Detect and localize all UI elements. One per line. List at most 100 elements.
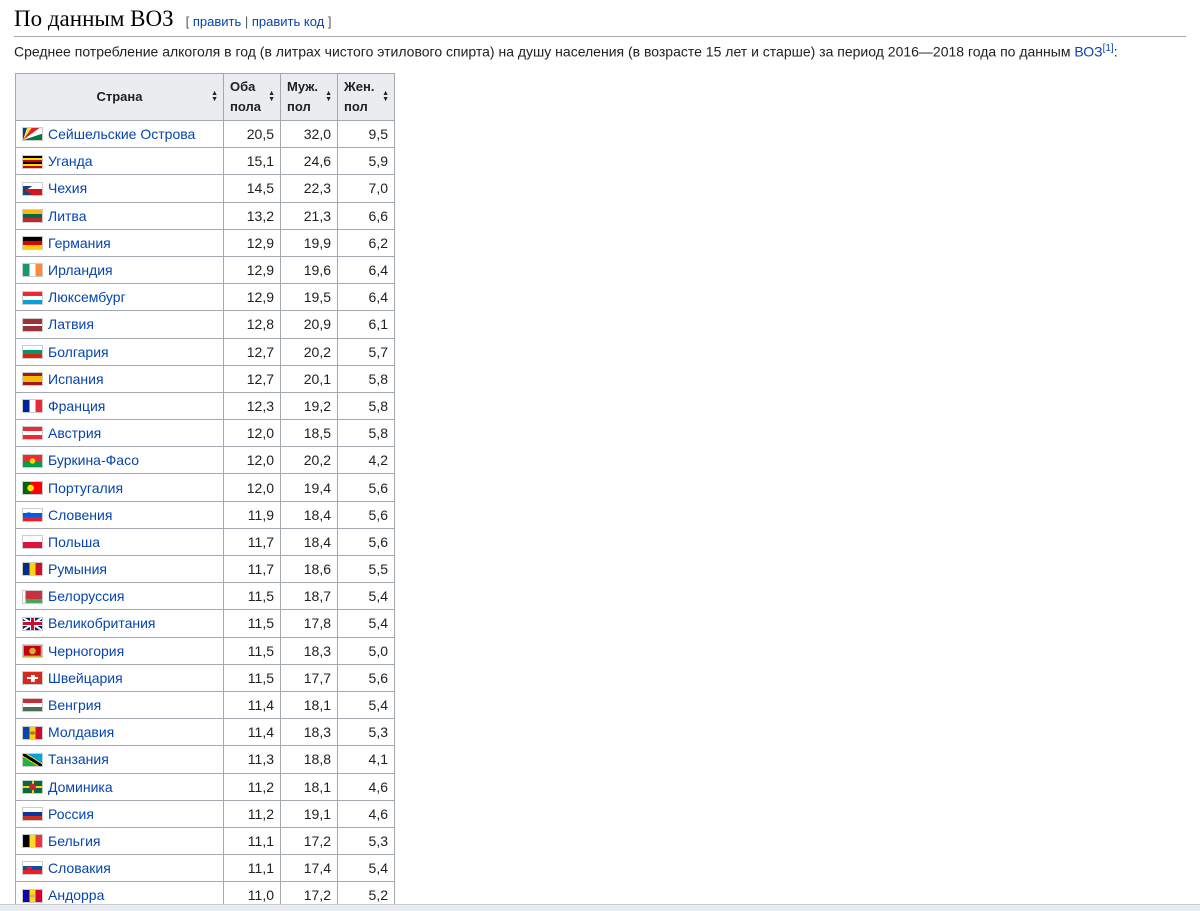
value-cell-female: 7,0 xyxy=(337,174,395,203)
moldova-flag-icon[interactable] xyxy=(22,725,43,740)
country-link[interactable]: Буркина-Фасо xyxy=(48,452,139,468)
country-link[interactable]: Румыния xyxy=(48,561,107,577)
edit-link[interactable]: править xyxy=(193,14,241,29)
country-link[interactable]: Франция xyxy=(48,398,105,414)
country-link[interactable]: Бельгия xyxy=(48,833,100,849)
belarus-flag-icon[interactable] xyxy=(22,589,43,604)
country-link[interactable]: Белоруссия xyxy=(48,588,125,604)
country-link[interactable]: Польша xyxy=(48,534,100,550)
uganda-flag-icon[interactable] xyxy=(22,154,43,169)
column-header-both[interactable]: Оба пола ▲ ▼ xyxy=(223,73,281,121)
country-link[interactable]: Португалия xyxy=(48,480,123,496)
country-link[interactable]: Литва xyxy=(48,208,87,224)
country-cell: Чехия xyxy=(15,174,224,203)
uk-flag-icon[interactable] xyxy=(22,616,43,631)
belgium-flag-icon[interactable] xyxy=(22,834,43,849)
country-link[interactable]: Сейшельские Острова xyxy=(48,126,195,142)
value-cell-female: 5,0 xyxy=(337,636,395,665)
ireland-flag-icon[interactable] xyxy=(22,263,43,278)
germany-flag-icon[interactable] xyxy=(22,236,43,251)
country-cell: Великобритания xyxy=(15,609,224,638)
value-cell-female: 5,3 xyxy=(337,826,395,856)
country-link[interactable]: Ирландия xyxy=(48,262,113,278)
value-cell-male: 20,9 xyxy=(280,310,338,339)
country-link[interactable]: Словакия xyxy=(48,860,111,876)
value-cell-female: 5,8 xyxy=(337,419,395,448)
country-link[interactable]: Андорра xyxy=(48,887,104,903)
country-link[interactable]: Россия xyxy=(48,806,94,822)
value-cell-female: 6,1 xyxy=(337,310,395,339)
country-link[interactable]: Уганда xyxy=(48,153,93,169)
dominica-flag-icon[interactable] xyxy=(22,779,43,794)
country-link[interactable]: Латвия xyxy=(48,316,94,332)
value-cell-male: 18,3 xyxy=(280,636,338,665)
slovakia-flag-icon[interactable] xyxy=(22,861,43,876)
column-header-male[interactable]: Муж. пол ▲ ▼ xyxy=(280,73,338,121)
country-cell: Литва xyxy=(15,201,224,230)
country-link[interactable]: Люксембург xyxy=(48,289,126,305)
country-link[interactable]: Словения xyxy=(48,507,112,523)
romania-flag-icon[interactable] xyxy=(22,562,43,577)
montenegro-flag-icon[interactable] xyxy=(22,643,43,658)
bulgaria-flag-icon[interactable] xyxy=(22,344,43,359)
table-row: Черногория 11,5 18,3 5,0 xyxy=(15,636,395,665)
country-link[interactable]: Австрия xyxy=(48,425,101,441)
poland-flag-icon[interactable] xyxy=(22,535,43,550)
seychelles-flag-icon[interactable] xyxy=(22,127,43,142)
hungary-flag-icon[interactable] xyxy=(22,698,43,713)
value-cell-male: 22,3 xyxy=(280,174,338,203)
value-cell-male: 17,2 xyxy=(280,826,338,856)
value-cell-both: 14,5 xyxy=(223,174,281,203)
country-link[interactable]: Чехия xyxy=(48,180,87,196)
country-link[interactable]: Доминика xyxy=(48,779,113,795)
table-row: Уганда 15,1 24,6 5,9 xyxy=(15,147,395,176)
country-link[interactable]: Германия xyxy=(48,235,111,251)
value-cell-both: 11,1 xyxy=(223,826,281,856)
portugal-flag-icon[interactable] xyxy=(22,480,43,495)
country-link[interactable]: Молдавия xyxy=(48,724,114,740)
switzerland-flag-icon[interactable] xyxy=(22,671,43,686)
table-row: Германия 12,9 19,9 6,2 xyxy=(15,228,395,257)
value-cell-male: 18,4 xyxy=(280,500,338,529)
austria-flag-icon[interactable] xyxy=(22,426,43,441)
luxembourg-flag-icon[interactable] xyxy=(22,290,43,305)
value-cell-male: 20,2 xyxy=(280,446,338,475)
lithuania-flag-icon[interactable] xyxy=(22,208,43,223)
andorra-flag-icon[interactable] xyxy=(22,888,43,903)
country-link[interactable]: Венгрия xyxy=(48,697,101,713)
value-cell-female: 6,2 xyxy=(337,228,395,257)
burkina-faso-flag-icon[interactable] xyxy=(22,453,43,468)
value-cell-male: 19,1 xyxy=(280,799,338,828)
table-row: Венгрия 11,4 18,1 5,4 xyxy=(15,690,395,720)
value-cell-female: 5,8 xyxy=(337,391,395,421)
value-cell-male: 19,9 xyxy=(280,228,338,257)
value-cell-both: 15,1 xyxy=(223,147,281,176)
column-header-country[interactable]: Страна ▲ ▼ xyxy=(15,73,224,121)
czechia-flag-icon[interactable] xyxy=(22,181,43,196)
reference-link[interactable]: [1] xyxy=(1103,43,1114,54)
edit-code-link[interactable]: править код xyxy=(252,14,324,29)
country-link[interactable]: Черногория xyxy=(48,643,124,659)
country-link[interactable]: Танзания xyxy=(48,751,109,767)
intro-paragraph: Среднее потребление алкоголя в год (в ли… xyxy=(14,43,1118,60)
value-cell-male: 18,1 xyxy=(280,690,338,720)
spain-flag-icon[interactable] xyxy=(22,372,43,387)
who-link[interactable]: ВОЗ xyxy=(1074,44,1102,60)
table-row: Доминика 11,2 18,1 4,6 xyxy=(15,772,395,801)
table-row: Испания 12,7 20,1 5,8 xyxy=(15,364,395,393)
country-link[interactable]: Швейцария xyxy=(48,670,123,686)
latvia-flag-icon[interactable] xyxy=(22,317,43,332)
value-cell-both: 11,2 xyxy=(223,772,281,801)
country-link[interactable]: Испания xyxy=(48,371,104,387)
tanzania-flag-icon[interactable] xyxy=(22,752,43,767)
slovenia-flag-icon[interactable] xyxy=(22,508,43,523)
column-header-female[interactable]: Жен. пол ▲ ▼ xyxy=(337,73,395,121)
country-link[interactable]: Болгария xyxy=(48,344,109,360)
country-cell: Бельгия xyxy=(15,826,224,856)
france-flag-icon[interactable] xyxy=(22,399,43,414)
russia-flag-icon[interactable] xyxy=(22,807,43,822)
value-cell-male: 17,8 xyxy=(280,609,338,638)
table-row: Литва 13,2 21,3 6,6 xyxy=(15,201,395,230)
country-link[interactable]: Великобритания xyxy=(48,615,156,631)
value-cell-male: 19,4 xyxy=(280,473,338,502)
